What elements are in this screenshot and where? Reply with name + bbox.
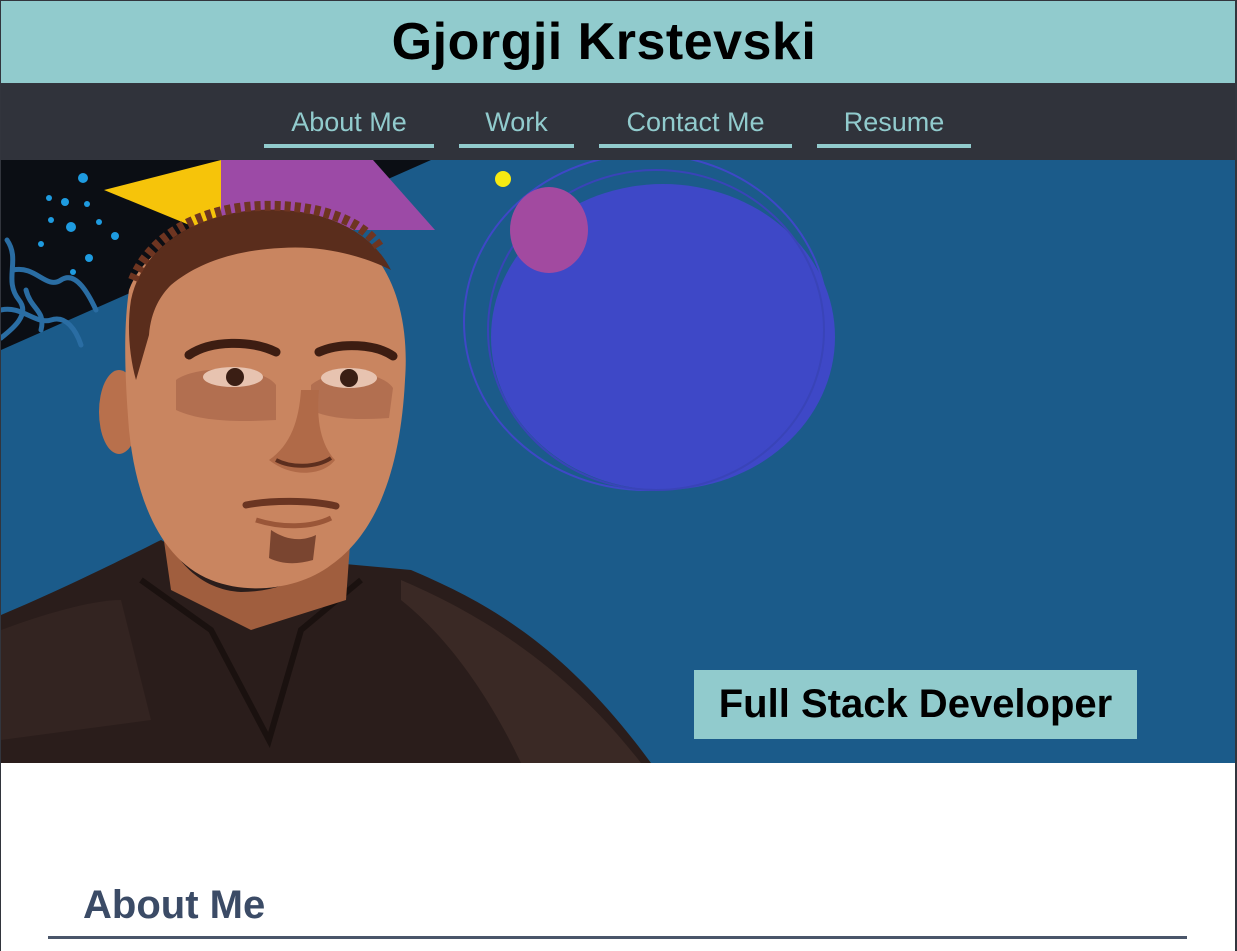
- pink-circle: [510, 187, 588, 273]
- site-header: Gjorgji Krstevski: [1, 0, 1235, 84]
- nav-link-work[interactable]: Work: [459, 104, 574, 148]
- yellow-dot: [495, 171, 511, 187]
- hero-banner: Full Stack Developer: [1, 160, 1235, 763]
- main-nav: About Me Work Contact Me Resume: [1, 84, 1235, 160]
- nav-link-contact-me[interactable]: Contact Me: [599, 104, 792, 148]
- about-me-heading: About Me: [83, 883, 266, 927]
- about-divider: [48, 936, 1187, 939]
- nav-link-about-me[interactable]: About Me: [264, 104, 434, 148]
- page: Gjorgji Krstevski About Me Work Contact …: [0, 0, 1237, 951]
- site-title: Gjorgji Krstevski: [391, 13, 817, 71]
- nav-link-resume[interactable]: Resume: [817, 104, 971, 148]
- tagline-badge: Full Stack Developer: [694, 670, 1137, 739]
